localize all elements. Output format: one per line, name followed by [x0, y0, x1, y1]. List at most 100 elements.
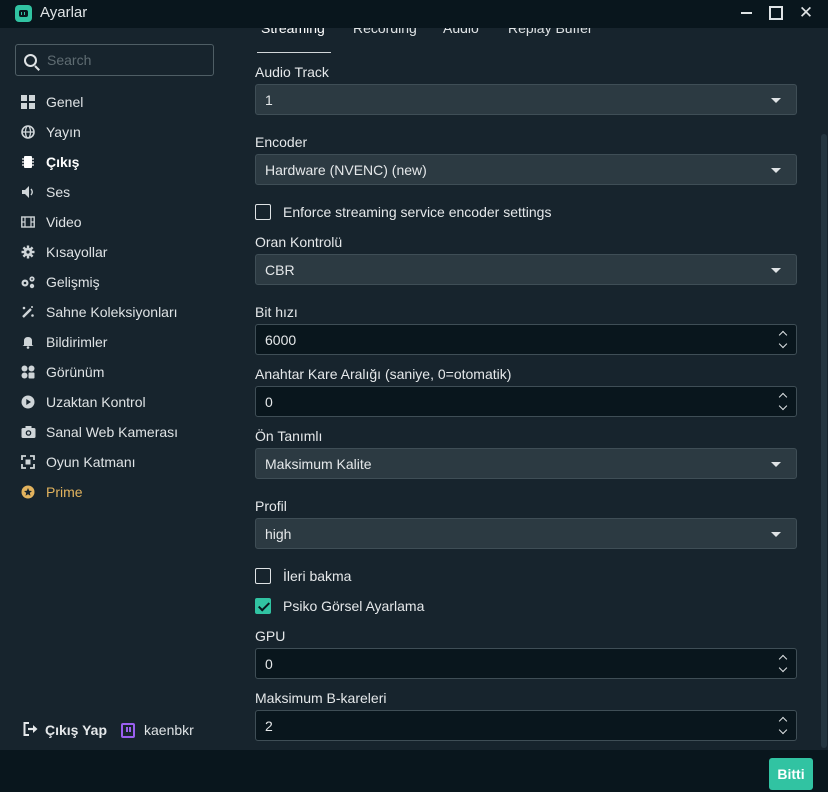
keyframe-interval-input[interactable]: 0 [255, 386, 797, 417]
profile-select[interactable]: high [255, 518, 797, 549]
sidebar-item-yayin[interactable]: Yayın [0, 117, 240, 147]
sidebar-nav: Genel Yayın Çıkış Ses Video Kısayollar G… [0, 87, 240, 507]
rate-control-select[interactable]: CBR [255, 254, 797, 285]
sidebar-item-sahne-koleksiyonlari[interactable]: Sahne Koleksiyonları [0, 297, 240, 327]
sidebar-item-gorunum[interactable]: Görünüm [0, 357, 240, 387]
gpu-input[interactable]: 0 [255, 648, 797, 679]
maximize-button[interactable] [765, 2, 787, 24]
rate-control-value: CBR [265, 262, 295, 278]
bitrate-input[interactable]: 6000 [255, 324, 797, 355]
sidebar-item-gelismis[interactable]: Gelişmiş [0, 267, 240, 297]
sidebar: Genel Yayın Çıkış Ses Video [0, 28, 240, 750]
close-button[interactable]: ✕ [795, 2, 817, 24]
speaker-icon [20, 184, 36, 200]
grid-icon [20, 94, 36, 110]
app-logo-icon [15, 5, 32, 22]
spinner-icon[interactable] [778, 329, 788, 351]
chevron-down-icon [771, 532, 781, 537]
keyframe-interval-value: 0 [265, 394, 273, 410]
user-account[interactable]: kaenbkr [121, 722, 194, 738]
enforce-encoder-settings-checkbox[interactable]: Enforce streaming service encoder settin… [255, 204, 551, 220]
rate-control-label: Oran Kontrolü [255, 234, 343, 250]
encoder-value: Hardware (NVENC) (new) [265, 162, 427, 178]
sidebar-item-uzaktan-kontrol[interactable]: Uzaktan Kontrol [0, 387, 240, 417]
minimize-button[interactable] [735, 2, 757, 24]
checkbox-box[interactable] [255, 568, 271, 584]
sidebar-item-oyun-katmani[interactable]: Oyun Katmanı [0, 447, 240, 477]
spinner-icon[interactable] [778, 715, 788, 737]
max-bframes-label: Maksimum B-kareleri [255, 690, 387, 706]
sidebar-item-ses[interactable]: Ses [0, 177, 240, 207]
tab-audio[interactable]: Audio [443, 28, 479, 36]
tab-recording[interactable]: Recording [353, 28, 417, 36]
preset-select[interactable]: Maksimum Kalite [255, 448, 797, 479]
logout-label: Çıkış Yap [45, 722, 108, 738]
sidebar-item-label: Video [46, 214, 82, 230]
profile-label: Profil [255, 498, 287, 514]
logout-button[interactable]: Çıkış Yap [23, 721, 108, 739]
sidebar-item-label: Çıkış [46, 154, 80, 170]
film-icon [20, 214, 36, 230]
spinner-icon[interactable] [778, 391, 788, 413]
bitrate-label: Bit hızı [255, 304, 298, 320]
output-tabs: Streaming Recording Audio Replay Buffer [240, 28, 815, 54]
bell-icon [20, 334, 36, 350]
sidebar-item-sanal-web-kamerasi[interactable]: Sanal Web Kamerası [0, 417, 240, 447]
sidebar-item-prime[interactable]: Prime [0, 477, 240, 507]
play-icon [20, 394, 36, 410]
sidebar-item-label: Görünüm [46, 364, 105, 380]
sidebar-item-label: Kısayollar [46, 244, 108, 260]
logout-icon [23, 721, 38, 739]
done-button[interactable]: Bitti [769, 758, 813, 790]
sidebar-item-label: Uzaktan Kontrol [46, 394, 146, 410]
audio-track-label: Audio Track [255, 64, 329, 80]
checkbox-box[interactable] [255, 598, 271, 614]
encoder-label: Encoder [255, 134, 308, 150]
sidebar-item-label: Sanal Web Kamerası [46, 424, 179, 440]
prime-icon [20, 484, 36, 500]
expand-icon [20, 454, 36, 470]
search-box[interactable] [15, 44, 214, 76]
sidebar-item-video[interactable]: Video [0, 207, 240, 237]
sidebar-item-label: Bildirimler [46, 334, 108, 350]
audio-track-select[interactable]: 1 [255, 84, 797, 115]
tab-streaming[interactable]: Streaming [261, 28, 325, 36]
scrollbar[interactable] [820, 28, 828, 750]
encoder-select[interactable]: Hardware (NVENC) (new) [255, 154, 797, 185]
sidebar-item-kisayollar[interactable]: Kısayollar [0, 237, 240, 267]
chevron-down-icon [771, 268, 781, 273]
sidebar-item-genel[interactable]: Genel [0, 87, 240, 117]
globe-icon [20, 124, 36, 140]
layout-icon [20, 364, 36, 380]
username: kaenbkr [144, 722, 194, 738]
checkbox-box[interactable] [255, 204, 271, 220]
close-icon: ✕ [798, 3, 814, 22]
window-title: Ayarlar [40, 4, 88, 21]
sidebar-item-label: Gelişmiş [46, 274, 100, 290]
sidebar-item-label: Prime [46, 484, 83, 500]
magic-icon [20, 304, 36, 320]
sidebar-item-bildirimler[interactable]: Bildirimler [0, 327, 240, 357]
psycho-visual-tuning-checkbox[interactable]: Psiko Görsel Ayarlama [255, 598, 424, 614]
sidebar-item-cikis[interactable]: Çıkış [0, 147, 240, 177]
chevron-down-icon [771, 462, 781, 467]
preset-label: Ön Tanımlı [255, 428, 323, 444]
camera-icon [20, 424, 36, 440]
bitrate-value: 6000 [265, 332, 297, 348]
tab-replay-buffer[interactable]: Replay Buffer [508, 28, 593, 36]
sidebar-item-label: Yayın [46, 124, 81, 140]
active-tab-indicator [257, 52, 331, 53]
gear-icon [20, 244, 36, 260]
profile-value: high [265, 526, 292, 542]
sidebar-item-label: Genel [46, 94, 84, 110]
scrollbar-thumb[interactable] [821, 134, 827, 748]
gpu-value: 0 [265, 656, 273, 672]
lookahead-checkbox[interactable]: İleri bakma [255, 568, 351, 584]
lookahead-label: İleri bakma [283, 568, 352, 584]
max-bframes-input[interactable]: 2 [255, 710, 797, 741]
chip-icon [20, 154, 36, 170]
max-bframes-value: 2 [265, 718, 273, 734]
sidebar-item-label: Ses [46, 184, 71, 200]
spinner-icon[interactable] [778, 653, 788, 675]
search-input[interactable] [47, 52, 207, 68]
